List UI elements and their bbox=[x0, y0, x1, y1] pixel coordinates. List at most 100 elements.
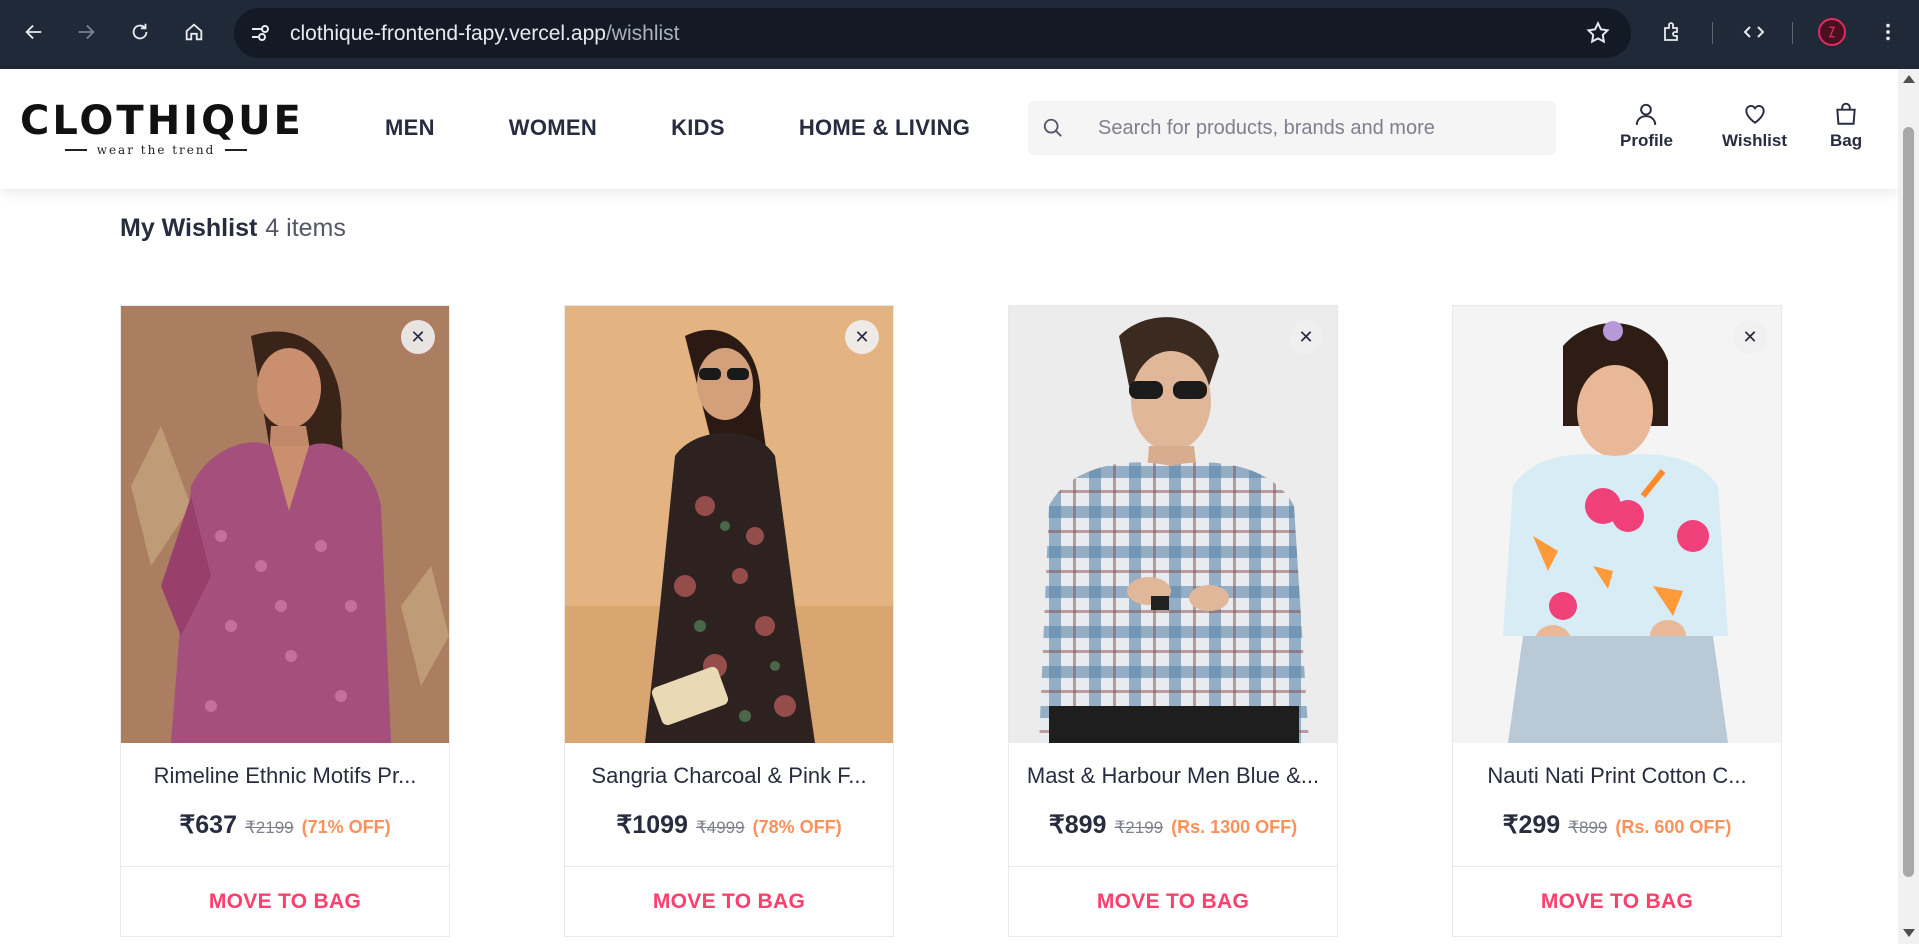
selling-price: ₹1099 bbox=[616, 811, 688, 839]
wishlist-card: ✕ Nauti Nati Print Cotton C... ₹299 ₹899… bbox=[1452, 305, 1782, 937]
price-row: ₹637 ₹2199 (71% OFF) bbox=[121, 810, 449, 840]
toolbar-divider bbox=[1792, 22, 1793, 44]
discount-label: (71% OFF) bbox=[301, 817, 391, 837]
nav-kids[interactable]: KIDS bbox=[671, 115, 725, 141]
bookmark-star-icon[interactable] bbox=[1585, 20, 1611, 46]
forward-button[interactable] bbox=[68, 14, 104, 50]
tagline-dash bbox=[64, 149, 87, 151]
wishlist-card: ✕ Rimeline Ethnic Motifs Pr... ₹637 ₹219… bbox=[120, 305, 450, 937]
url-host: clothique-frontend-fapy.vercel.app bbox=[290, 22, 606, 45]
back-button[interactable] bbox=[16, 14, 52, 50]
selling-price: ₹299 bbox=[1502, 811, 1561, 839]
remove-item-button[interactable]: ✕ bbox=[845, 320, 879, 354]
wishlist-card: ✕ Mast & Harbour Men Blue &... ₹899 ₹219… bbox=[1008, 305, 1338, 937]
home-button[interactable] bbox=[176, 14, 212, 50]
wishlist-count: 4 items bbox=[265, 214, 346, 242]
discount-label: (Rs. 1300 OFF) bbox=[1171, 817, 1298, 837]
move-to-bag-button[interactable]: MOVE TO BAG bbox=[1453, 866, 1781, 936]
scroll-down-arrow-icon[interactable] bbox=[1903, 929, 1915, 937]
page-title: My Wishlist 4 items bbox=[120, 214, 346, 243]
browser-menu-button[interactable] bbox=[1870, 14, 1906, 50]
code-icon bbox=[1743, 26, 1765, 38]
brand-tagline-row: wear the trend bbox=[20, 143, 292, 157]
main-nav: MEN WOMEN KIDS HOME & LIVING bbox=[385, 115, 1044, 141]
product-name: Sangria Charcoal & Pink F... bbox=[591, 763, 867, 788]
nav-home-living[interactable]: HOME & LIVING bbox=[799, 115, 970, 141]
bag-label: Bag bbox=[1830, 131, 1863, 150]
bag-icon bbox=[1836, 102, 1856, 125]
product-photo-saree bbox=[565, 306, 893, 743]
remove-item-button[interactable]: ✕ bbox=[401, 320, 435, 354]
heart-icon bbox=[1744, 105, 1765, 124]
search-icon[interactable] bbox=[1042, 117, 1064, 139]
forward-arrow-icon bbox=[78, 24, 95, 40]
home-icon bbox=[185, 23, 203, 41]
product-photo-kids-top bbox=[1453, 306, 1781, 743]
toolbar-divider bbox=[1712, 22, 1713, 44]
selling-price: ₹899 bbox=[1048, 811, 1107, 839]
url-text: clothique-frontend-fapy.vercel.app/wishl… bbox=[290, 22, 679, 46]
original-price: ₹2199 bbox=[1114, 818, 1164, 837]
wishlist-card: ✕ Sangria Charcoal & Pink F... ₹1099 ₹49… bbox=[564, 305, 894, 937]
price-row: ₹299 ₹899 (Rs. 600 OFF) bbox=[1453, 810, 1781, 840]
product-image[interactable]: ✕ bbox=[565, 306, 893, 743]
brand-logo[interactable]: CLOTHIQUE wear the trend bbox=[20, 101, 301, 157]
kebab-menu-icon bbox=[1886, 23, 1890, 41]
browser-toolbar: clothique-frontend-fapy.vercel.app/wishl… bbox=[0, 0, 1919, 69]
remove-item-button[interactable]: ✕ bbox=[1289, 320, 1323, 354]
product-image[interactable]: ✕ bbox=[121, 306, 449, 743]
remove-item-button[interactable]: ✕ bbox=[1733, 320, 1767, 354]
product-name: Rimeline Ethnic Motifs Pr... bbox=[153, 763, 417, 788]
product-name: Mast & Harbour Men Blue &... bbox=[1026, 763, 1320, 788]
url-path: /wishlist bbox=[605, 22, 680, 45]
scrollbar-thumb[interactable] bbox=[1903, 127, 1914, 877]
devtools-button[interactable] bbox=[1736, 14, 1772, 50]
price-row: ₹899 ₹2199 (Rs. 1300 OFF) bbox=[1009, 810, 1337, 840]
scroll-up-arrow-icon[interactable] bbox=[1903, 75, 1915, 83]
bag-button[interactable]: Bag bbox=[1830, 101, 1862, 151]
search-bar bbox=[1028, 101, 1556, 155]
close-icon: ✕ bbox=[854, 326, 870, 348]
product-name: Nauti Nati Print Cotton C... bbox=[1487, 763, 1747, 788]
nav-men[interactable]: MEN bbox=[385, 115, 435, 141]
discount-label: (78% OFF) bbox=[752, 817, 842, 837]
page-scrollbar[interactable] bbox=[1898, 69, 1919, 944]
address-bar[interactable]: clothique-frontend-fapy.vercel.app/wishl… bbox=[234, 8, 1631, 58]
selling-price: ₹637 bbox=[179, 811, 237, 839]
move-to-bag-button[interactable]: MOVE TO BAG bbox=[121, 866, 449, 936]
wishlist-title: My Wishlist bbox=[120, 214, 258, 242]
close-icon: ✕ bbox=[410, 326, 426, 348]
back-arrow-icon bbox=[25, 24, 42, 40]
user-icon bbox=[1636, 103, 1657, 125]
wishlist-button[interactable]: Wishlist bbox=[1722, 101, 1787, 151]
move-to-bag-button[interactable]: MOVE TO BAG bbox=[1009, 866, 1337, 936]
product-image[interactable]: ✕ bbox=[1453, 306, 1781, 743]
original-price: ₹4999 bbox=[695, 818, 745, 837]
puzzle-icon bbox=[1664, 22, 1678, 41]
nav-women[interactable]: WOMEN bbox=[509, 115, 597, 141]
extensions-button[interactable] bbox=[1654, 14, 1690, 50]
close-icon: ✕ bbox=[1298, 326, 1314, 348]
profile-avatar-button[interactable] bbox=[1814, 14, 1850, 50]
wishlist-label: Wishlist bbox=[1722, 131, 1788, 150]
reload-icon bbox=[132, 23, 148, 40]
avatar bbox=[1818, 18, 1846, 46]
product-photo-kurta bbox=[121, 306, 449, 743]
tagline-dash bbox=[225, 149, 248, 151]
original-price: ₹899 bbox=[1568, 818, 1608, 837]
product-photo-shirt bbox=[1009, 306, 1337, 743]
profile-label: Profile bbox=[1620, 131, 1673, 150]
profile-button[interactable]: Profile bbox=[1620, 101, 1673, 151]
move-to-bag-button[interactable]: MOVE TO BAG bbox=[565, 866, 893, 936]
product-image[interactable]: ✕ bbox=[1009, 306, 1337, 743]
discount-label: (Rs. 600 OFF) bbox=[1615, 817, 1732, 837]
reload-button[interactable] bbox=[122, 14, 158, 50]
avatar-glyph-icon bbox=[1829, 26, 1835, 38]
brand-tagline: wear the trend bbox=[96, 143, 216, 157]
close-icon: ✕ bbox=[1742, 326, 1758, 348]
price-row: ₹1099 ₹4999 (78% OFF) bbox=[565, 810, 893, 840]
original-price: ₹2199 bbox=[244, 818, 294, 837]
site-header: CLOTHIQUE wear the trend MEN WOMEN KIDS … bbox=[0, 69, 1898, 189]
search-input[interactable] bbox=[1098, 101, 1538, 155]
site-info-icon[interactable] bbox=[248, 21, 272, 45]
